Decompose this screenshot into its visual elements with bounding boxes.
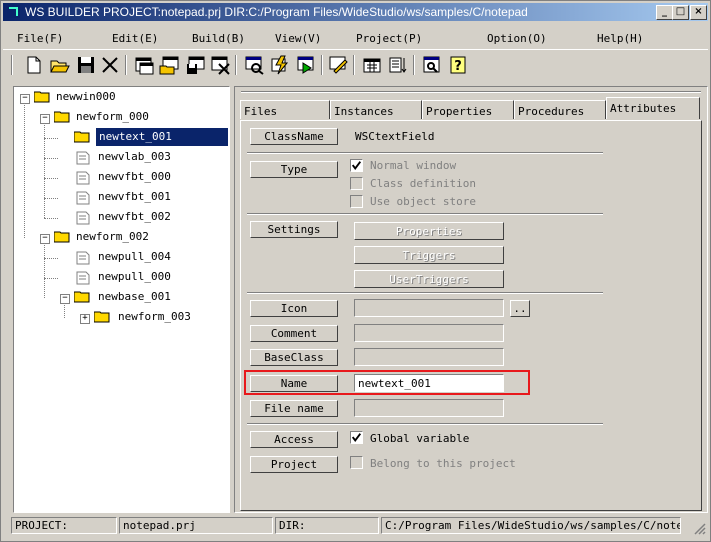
- menu-build[interactable]: Build(B): [192, 32, 245, 45]
- close-window-icon[interactable]: [209, 54, 231, 76]
- svg-text:?: ?: [454, 59, 462, 74]
- edit-icon[interactable]: [327, 54, 349, 76]
- object-store-checkbox[interactable]: [350, 195, 363, 208]
- icon-browse-button[interactable]: ..: [510, 300, 530, 317]
- document-icon: [76, 191, 90, 205]
- properties-button[interactable]: Properties: [354, 222, 504, 240]
- window-title: WS BUILDER PROJECT:notepad.prj DIR:C:/Pr…: [25, 5, 528, 19]
- global-variable-label: Global variable: [370, 432, 470, 445]
- status-project-value: notepad.prj: [119, 517, 273, 534]
- normal-window-checkbox[interactable]: [350, 159, 363, 172]
- access-label-button[interactable]: Access: [250, 431, 338, 448]
- tab-instances[interactable]: Instances: [330, 100, 422, 119]
- toolbar: ?: [3, 49, 708, 80]
- classname-label-button[interactable]: ClassName: [250, 128, 338, 145]
- menu-project[interactable]: Project(P): [356, 32, 422, 45]
- app-icon: [7, 5, 20, 18]
- icon-label-button[interactable]: Icon: [250, 300, 338, 317]
- status-dir-label: DIR:: [275, 517, 379, 534]
- folder-icon: [74, 131, 90, 143]
- type-label-button[interactable]: Type: [250, 161, 338, 178]
- menu-help[interactable]: Help(H): [597, 32, 643, 45]
- minimize-button[interactable]: _: [656, 5, 673, 20]
- list-sort-icon[interactable]: [387, 54, 409, 76]
- document-icon: [76, 211, 90, 225]
- class-definition-checkbox[interactable]: [350, 177, 363, 190]
- status-dir-value: C:/Program Files/WideStudio/ws/samples/C…: [381, 517, 681, 534]
- folder-icon: [54, 231, 70, 243]
- folder-icon: [54, 111, 70, 123]
- user-triggers-button[interactable]: UserTriggers: [354, 270, 504, 288]
- tab-files[interactable]: Files: [240, 100, 330, 119]
- class-definition-label: Class definition: [370, 177, 476, 190]
- baseclass-label-button[interactable]: BaseClass: [250, 349, 338, 366]
- cut-icon[interactable]: [99, 54, 121, 76]
- resize-grip-icon[interactable]: [692, 521, 706, 535]
- folder-icon: [94, 311, 110, 323]
- document-icon: [76, 251, 90, 265]
- filename-label-button[interactable]: File name: [250, 400, 338, 417]
- project-label-button[interactable]: Project: [250, 456, 338, 473]
- calendar-icon[interactable]: [361, 54, 383, 76]
- object-store-label: Use object store: [370, 195, 476, 208]
- tab-attributes[interactable]: Attributes: [606, 97, 700, 119]
- tab-procedures[interactable]: Procedures: [514, 100, 606, 119]
- tree-expander[interactable]: −: [40, 114, 50, 124]
- tree-expander[interactable]: −: [60, 294, 70, 304]
- status-bar: PROJECT: notepad.prj DIR: C:/Program Fil…: [3, 515, 708, 537]
- comment-field[interactable]: [354, 324, 504, 342]
- inspect-icon[interactable]: [421, 54, 443, 76]
- global-variable-checkbox[interactable]: [350, 431, 363, 444]
- tab-bar: Files Instances Properties Procedures At…: [240, 97, 702, 120]
- open-window-icon[interactable]: [159, 54, 181, 76]
- document-icon: [76, 271, 90, 285]
- comment-label-button[interactable]: Comment: [250, 325, 338, 342]
- document-icon: [76, 171, 90, 185]
- app-window: WS BUILDER PROJECT:notepad.prj DIR:C:/Pr…: [0, 0, 711, 542]
- baseclass-field[interactable]: [354, 348, 504, 366]
- tree-expander[interactable]: −: [20, 94, 30, 104]
- build-icon[interactable]: [269, 54, 291, 76]
- filename-field[interactable]: [354, 399, 504, 417]
- maximize-button[interactable]: □: [672, 5, 689, 20]
- save-window-icon[interactable]: [185, 54, 207, 76]
- new-file-icon[interactable]: [23, 54, 45, 76]
- belong-project-label: Belong to this project: [370, 457, 516, 470]
- menu-option[interactable]: Option(O): [487, 32, 547, 45]
- menu-edit[interactable]: Edit(E): [112, 32, 158, 45]
- help-icon[interactable]: ?: [447, 54, 469, 76]
- normal-window-label: Normal window: [370, 159, 457, 172]
- close-button[interactable]: ×: [690, 5, 707, 20]
- menu-bar: File(F) Edit(E) Build(B) View(V) Project…: [3, 22, 708, 45]
- execute-icon[interactable]: [295, 54, 317, 76]
- belong-project-checkbox[interactable]: [350, 456, 363, 469]
- open-folder-icon[interactable]: [49, 54, 71, 76]
- preview-icon[interactable]: [243, 54, 265, 76]
- tab-properties[interactable]: Properties: [422, 100, 514, 119]
- object-tree[interactable]: − newwin000 − newform_000 newtext_001 ne…: [13, 86, 230, 513]
- settings-label-button[interactable]: Settings: [250, 221, 338, 238]
- folder-icon: [34, 91, 50, 103]
- document-icon: [76, 151, 90, 165]
- new-window-icon[interactable]: [133, 54, 155, 76]
- status-project-label: PROJECT:: [11, 517, 117, 534]
- checkmark-icon: [351, 433, 362, 443]
- menu-view[interactable]: View(V): [275, 32, 321, 45]
- tree-item-selected[interactable]: newtext_001: [96, 128, 228, 146]
- classname-value: WSCtextField: [355, 130, 435, 143]
- tree-expander[interactable]: −: [40, 234, 50, 244]
- icon-field[interactable]: [354, 299, 504, 317]
- tree-expander[interactable]: +: [80, 314, 90, 324]
- title-bar[interactable]: WS BUILDER PROJECT:notepad.prj DIR:C:/Pr…: [3, 3, 708, 21]
- menu-file[interactable]: File(F): [17, 32, 63, 45]
- folder-icon: [74, 291, 90, 303]
- save-disk-icon[interactable]: [75, 54, 97, 76]
- triggers-button[interactable]: Triggers: [354, 246, 504, 264]
- checkmark-icon: [351, 161, 362, 171]
- highlight-box: [244, 370, 530, 395]
